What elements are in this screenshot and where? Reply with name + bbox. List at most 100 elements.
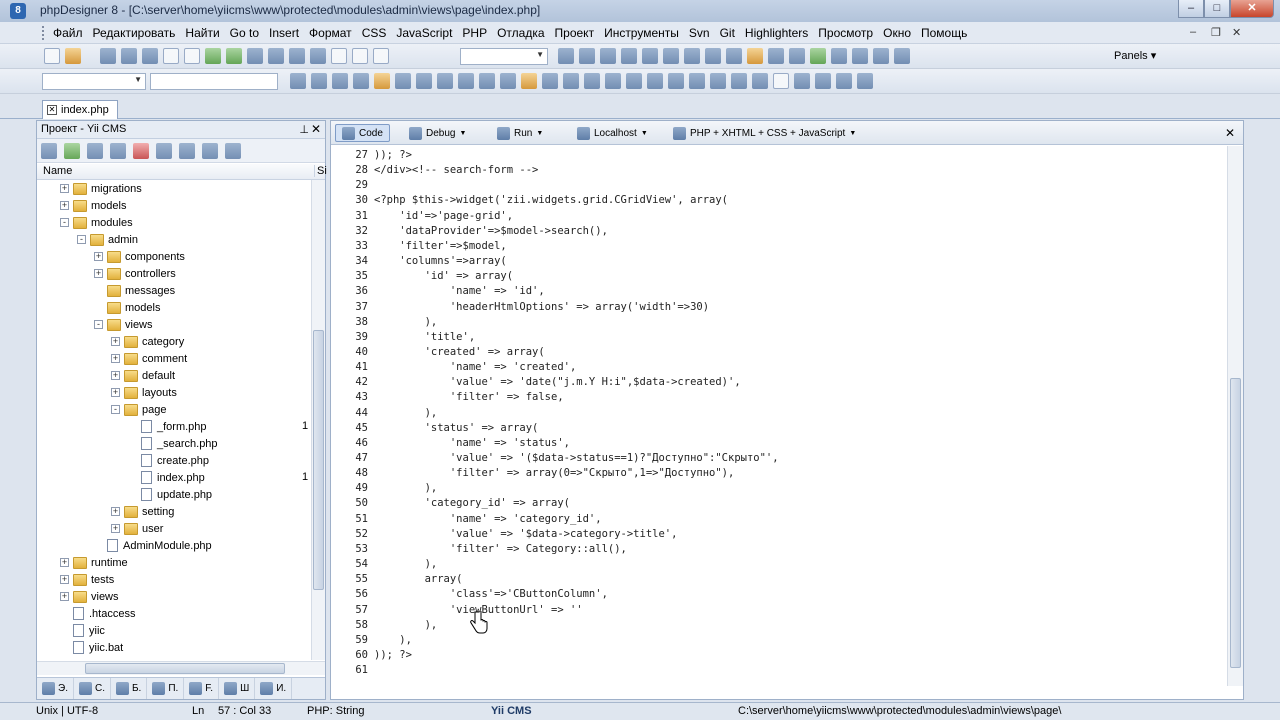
close-button[interactable]: ✕ [1230, 0, 1274, 18]
save-all-icon[interactable] [121, 48, 137, 64]
tree-item[interactable]: + migrations [60, 180, 142, 197]
tree-horizontal-scrollbar[interactable] [37, 661, 325, 675]
expand-icon[interactable]: + [60, 201, 69, 210]
columns-icon[interactable] [873, 48, 889, 64]
menu-item[interactable]: Файл [48, 26, 88, 40]
tree-item[interactable]: - page [111, 401, 166, 418]
paste2-icon[interactable] [373, 48, 389, 64]
tree-item[interactable]: + tests [60, 571, 114, 588]
tree-item[interactable]: AdminModule.php [94, 537, 212, 554]
link-icon[interactable] [584, 73, 600, 89]
doc-icon[interactable] [773, 73, 789, 89]
tree-item[interactable]: + models [60, 197, 126, 214]
replace-icon[interactable] [600, 48, 616, 64]
find-icon[interactable] [579, 48, 595, 64]
copy-icon[interactable] [163, 48, 179, 64]
open-file-icon[interactable] [65, 48, 81, 64]
tree-item[interactable]: + comment [111, 350, 187, 367]
size-combo[interactable] [150, 73, 278, 90]
expand-icon[interactable]: + [111, 371, 120, 380]
tree-item[interactable]: + setting [111, 503, 174, 520]
tree-view-icon[interactable] [179, 143, 195, 159]
tree-item[interactable]: + user [111, 520, 163, 537]
tree-item[interactable]: + category [111, 333, 184, 350]
check-icon[interactable] [626, 73, 642, 89]
editor-tool-code[interactable]: Code [335, 124, 390, 142]
maximize-button[interactable]: □ [1204, 0, 1230, 18]
panel-tab[interactable]: С. [74, 678, 111, 699]
tree-item[interactable]: update.php [128, 486, 212, 503]
forward-icon[interactable] [705, 48, 721, 64]
menu-item[interactable]: JavaScript [391, 26, 457, 40]
panel-icon[interactable] [894, 48, 910, 64]
menu-item[interactable]: Go to [225, 26, 264, 40]
menu-item[interactable]: Инструменты [599, 26, 684, 40]
expand-icon[interactable]: + [60, 592, 69, 601]
close-panel-icon[interactable]: ✕ [311, 122, 321, 136]
tree-item[interactable]: - views [94, 316, 153, 333]
list-view-icon[interactable] [202, 143, 218, 159]
globe-icon[interactable] [810, 48, 826, 64]
search-combo[interactable]: ▼ [460, 48, 548, 65]
undo-icon[interactable] [289, 48, 305, 64]
expand-icon[interactable]: + [111, 507, 120, 516]
paste-icon[interactable] [184, 48, 200, 64]
mdi-minimize-button[interactable]: – [1190, 26, 1196, 38]
panel-tab[interactable]: П. [147, 678, 185, 699]
tree-item[interactable]: + views [60, 588, 119, 605]
menu-item[interactable]: Просмотр [813, 26, 878, 40]
menu-item[interactable]: Отладка [492, 26, 549, 40]
tree-item[interactable]: messages [94, 282, 175, 299]
project-options-icon[interactable] [225, 143, 241, 159]
tree-item[interactable]: + components [94, 248, 185, 265]
menu-item[interactable]: Окно [878, 26, 916, 40]
tree-item[interactable]: create.php [128, 452, 209, 469]
form-icon[interactable] [311, 73, 327, 89]
tree-item[interactable]: + default [111, 367, 175, 384]
table-icon[interactable] [290, 73, 306, 89]
close-editor-icon[interactable]: ✕ [1225, 126, 1235, 140]
collapse-icon[interactable]: - [60, 218, 69, 227]
editor-tool-php[interactable]: PHP + XHTML + CSS + JavaScript ▼ [667, 124, 862, 142]
image-icon[interactable] [332, 73, 348, 89]
editor-tool-localhost[interactable]: Localhost ▼ [571, 124, 654, 142]
block-icon[interactable] [479, 73, 495, 89]
snippet-icon[interactable] [416, 73, 432, 89]
bookmark-prev-icon[interactable] [663, 48, 679, 64]
column-size[interactable]: Si [314, 165, 327, 177]
panel-tab[interactable]: И. [255, 678, 293, 699]
tree-item[interactable]: .htaccess [60, 605, 135, 622]
comment-icon[interactable] [500, 73, 516, 89]
expand-icon[interactable]: + [60, 184, 69, 193]
redo-icon[interactable] [310, 48, 326, 64]
tree-item[interactable]: yiic.bat [60, 639, 123, 656]
indent-icon[interactable] [395, 73, 411, 89]
panel-tab[interactable]: Б. [111, 678, 148, 699]
preview-icon[interactable] [247, 48, 263, 64]
expand-icon[interactable]: + [60, 575, 69, 584]
tree-item[interactable]: models [94, 299, 160, 316]
mdi-restore-button[interactable]: ❐ [1211, 26, 1221, 39]
browser-icon[interactable] [205, 48, 221, 64]
expand-icon[interactable]: + [111, 388, 120, 397]
collapse-icon[interactable] [156, 143, 172, 159]
expand-icon[interactable]: + [111, 337, 120, 346]
close-tab-icon[interactable]: ✕ [47, 105, 57, 115]
tree-item[interactable]: _form.php [128, 418, 207, 435]
sync-icon[interactable] [110, 143, 126, 159]
browser-preview-icon[interactable] [226, 48, 242, 64]
align-icon[interactable] [437, 73, 453, 89]
menu-item[interactable]: Проект [550, 26, 600, 40]
menu-item[interactable]: Highlighters [740, 26, 813, 40]
editor-vertical-scrollbar[interactable] [1227, 146, 1243, 686]
plugin-icon[interactable] [747, 48, 763, 64]
minimize-button[interactable]: – [1178, 0, 1204, 18]
tree-item[interactable]: - modules [60, 214, 133, 231]
tree-vertical-scrollbar[interactable] [311, 180, 325, 660]
layout-icon[interactable] [831, 48, 847, 64]
expand-icon[interactable]: + [94, 269, 103, 278]
panel-tab[interactable]: Ш [219, 678, 256, 699]
panel-tab[interactable]: Э. [37, 678, 74, 699]
frame-icon[interactable] [752, 73, 768, 89]
color-icon[interactable] [374, 73, 390, 89]
